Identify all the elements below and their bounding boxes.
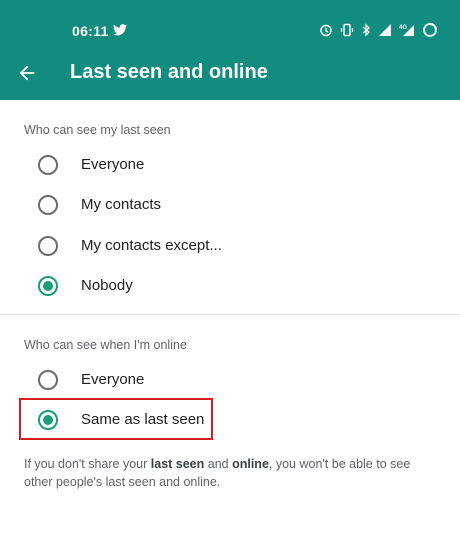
back-arrow-icon[interactable] — [16, 62, 38, 84]
status-time: 06:11 — [72, 23, 109, 39]
option-last-seen-nobody[interactable]: Nobody — [0, 266, 460, 306]
note-bold-last-seen: last seen — [150, 457, 205, 471]
radio-button[interactable] — [38, 155, 58, 175]
app-bar: 06:11 4G Last seen and online — [0, 0, 460, 100]
option-label: My contacts — [81, 196, 162, 213]
twitter-icon — [113, 24, 127, 36]
option-online-everyone[interactable]: Everyone — [0, 360, 460, 400]
note-text: If you don't share your — [24, 457, 151, 471]
option-last-seen-everyone[interactable]: Everyone — [0, 145, 460, 185]
4g-icon: 4G — [399, 25, 414, 36]
note-text: and — [204, 457, 233, 471]
battery-icon — [423, 23, 437, 37]
option-label: Nobody — [81, 277, 133, 294]
radio-button[interactable] — [38, 195, 58, 215]
status-icons: 4G — [319, 22, 438, 38]
signal-icon — [379, 24, 391, 36]
bluetooth-icon — [362, 23, 370, 37]
option-last-seen-my-contacts-except[interactable]: My contacts except... — [0, 226, 460, 266]
status-bar: 06:11 4G — [0, 0, 460, 40]
alarm-icon — [320, 24, 332, 37]
section-title-last-seen: Who can see my last seen — [24, 123, 171, 137]
radio-button[interactable] — [38, 370, 58, 390]
option-label: My contacts except... — [81, 237, 222, 254]
svg-text:4G: 4G — [399, 25, 407, 31]
option-last-seen-my-contacts[interactable]: My contacts — [0, 185, 460, 225]
page-title: Last seen and online — [70, 61, 268, 83]
option-label: Everyone — [81, 156, 145, 173]
section-title-online: Who can see when I'm online — [24, 338, 187, 352]
section-divider — [0, 314, 460, 315]
highlight-box — [19, 398, 213, 440]
note-bold-online: online — [232, 457, 269, 471]
info-note: If you don't share your last seen and on… — [24, 455, 434, 491]
vibrate-icon — [340, 23, 354, 37]
radio-button-selected[interactable] — [38, 276, 58, 296]
radio-button[interactable] — [38, 236, 58, 256]
option-label: Everyone — [81, 371, 145, 388]
